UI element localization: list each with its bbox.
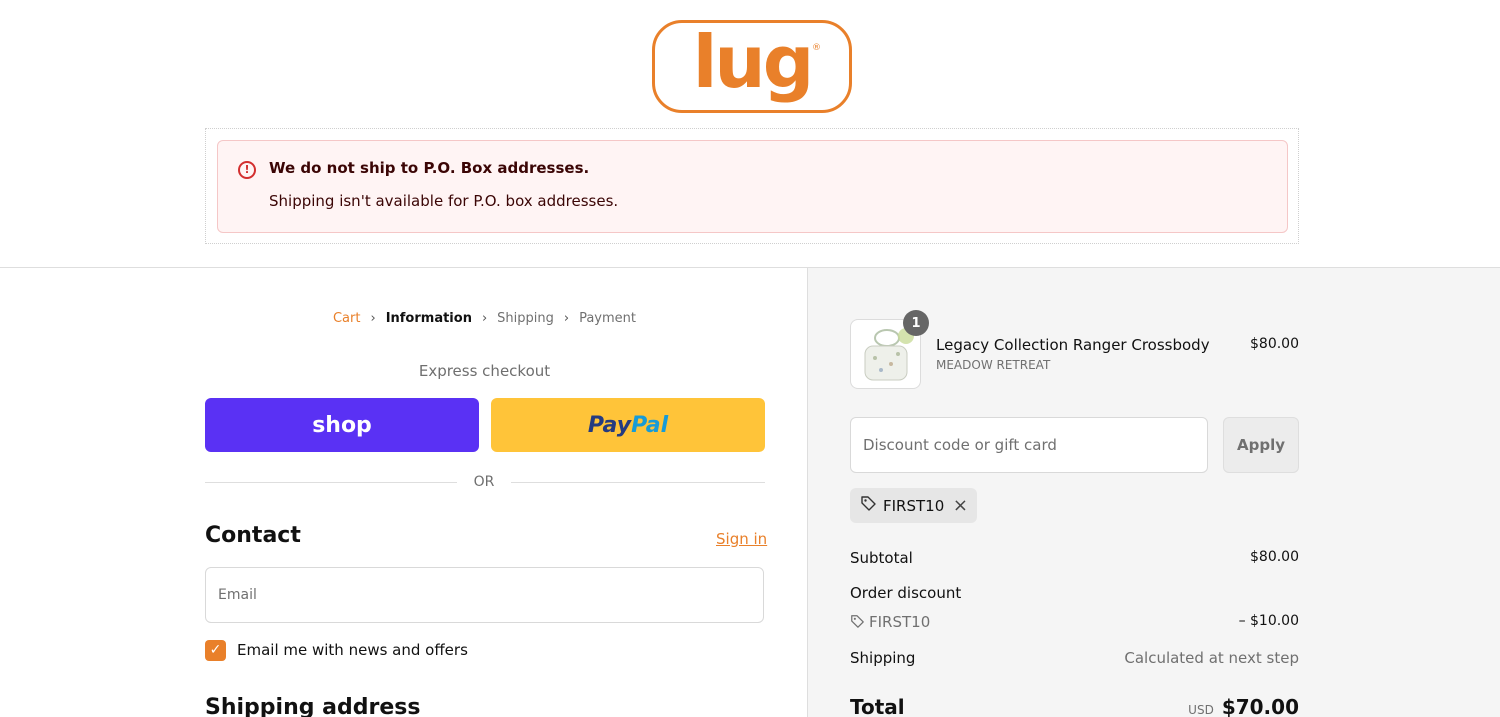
product-price: $80.00: [1250, 336, 1299, 352]
discount-code-text: FIRST10: [869, 613, 931, 631]
total-amount: USD $70.00: [1188, 695, 1299, 717]
discount-code-row: FIRST10 – $10.00: [850, 613, 1299, 631]
quantity-badge: 1: [903, 310, 929, 336]
shipping-value: Calculated at next step: [1124, 649, 1299, 667]
order-discount-label: Order discount: [850, 584, 962, 602]
tag-icon: [851, 615, 864, 628]
shipping-row: Shipping Calculated at next step: [850, 649, 1299, 667]
shop-pay-label: shop: [312, 412, 372, 438]
currency-code: USD: [1188, 703, 1214, 717]
alert-message: Shipping isn't available for P.O. box ad…: [269, 192, 619, 210]
total-row: Total USD $70.00: [850, 695, 1299, 717]
alert-title: We do not ship to P.O. Box addresses.: [269, 159, 590, 177]
discount-code-field[interactable]: [850, 417, 1208, 473]
divider-right: [511, 482, 765, 483]
express-checkout-title: Express checkout: [418, 362, 551, 380]
or-divider-label: OR: [473, 474, 495, 490]
header: lug ®: [0, 0, 1500, 128]
brand-logo[interactable]: lug ®: [652, 20, 852, 113]
shop-pay-button[interactable]: shop: [205, 398, 479, 452]
newsletter-label[interactable]: Email me with news and offers: [237, 641, 468, 659]
chevron-right-icon: ›: [563, 311, 570, 326]
shipping-label: Shipping: [850, 649, 916, 667]
order-discount-row: Order discount: [850, 584, 1299, 602]
registered-mark: ®: [812, 43, 821, 53]
applied-discount-chip: FIRST10 ×: [850, 488, 977, 523]
breadcrumb-payment: Payment: [579, 311, 636, 326]
applied-code-label: FIRST10: [883, 496, 945, 515]
paypal-label-pay: Pay: [587, 412, 632, 438]
breadcrumb-information: Information: [385, 311, 472, 326]
chevron-right-icon: ›: [481, 311, 488, 326]
breadcrumb-shipping: Shipping: [497, 311, 554, 326]
email-field[interactable]: [205, 567, 764, 623]
remove-discount-icon[interactable]: ×: [953, 495, 968, 516]
discount-code-label: FIRST10: [850, 613, 930, 631]
product-variant: MEADOW RETREAT: [936, 358, 1051, 372]
product-name: Legacy Collection Ranger Crossbody: [936, 336, 1210, 354]
alert-icon: !: [238, 161, 256, 179]
paypal-button[interactable]: Pay Pal: [491, 398, 765, 452]
subtotal-value: $80.00: [1250, 549, 1299, 565]
sign-in-link[interactable]: Sign in: [716, 530, 767, 548]
subtotal-label: Subtotal: [850, 549, 913, 567]
tag-icon: [860, 495, 877, 516]
alert-container: ! We do not ship to P.O. Box addresses. …: [205, 128, 1299, 244]
newsletter-checkbox[interactable]: ✓: [205, 640, 226, 661]
breadcrumb: Cart › Information › Shipping › Payment: [205, 311, 764, 326]
breadcrumb-cart[interactable]: Cart: [333, 311, 361, 326]
divider-left: [205, 482, 457, 483]
subtotal-row: Subtotal $80.00: [850, 549, 1299, 567]
chevron-right-icon: ›: [370, 311, 376, 326]
apply-discount-button[interactable]: Apply: [1223, 417, 1299, 473]
logo-text: lug: [692, 19, 814, 104]
paypal-label-pal: Pal: [631, 412, 669, 438]
contact-heading: Contact: [205, 523, 301, 548]
shipping-address-heading: Shipping address: [205, 695, 421, 717]
total-label: Total: [850, 695, 905, 717]
discount-amount: – $10.00: [1238, 613, 1299, 629]
alert-banner: ! We do not ship to P.O. Box addresses. …: [217, 140, 1288, 233]
total-value: $70.00: [1221, 695, 1299, 717]
